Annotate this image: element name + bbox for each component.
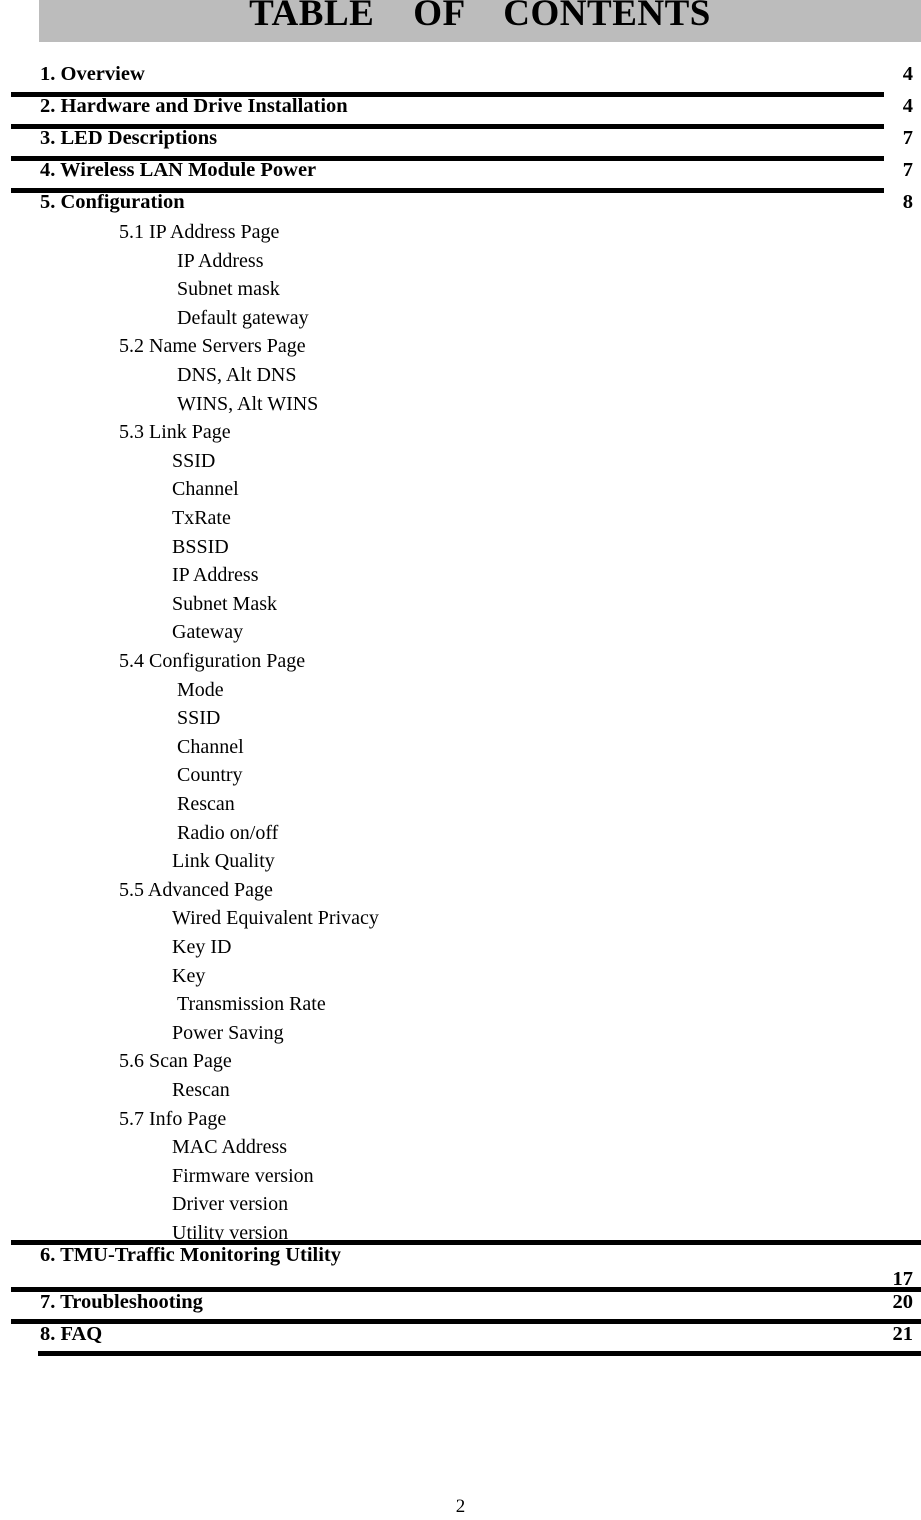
toc-subentry[interactable]: Rescan <box>172 1076 230 1105</box>
toc-subentry[interactable]: Wired Equivalent Privacy <box>172 904 379 933</box>
toc-subentry[interactable]: Gateway <box>172 618 243 647</box>
toc-entry-label: 5. Configuration <box>40 191 185 213</box>
footer-page-number: 2 <box>455 1496 466 1517</box>
toc-subentry[interactable]: Key <box>172 962 205 991</box>
toc-subentry[interactable]: Key ID <box>172 933 231 962</box>
toc-subentry[interactable]: Transmission Rate <box>177 990 326 1019</box>
toc-rule <box>38 1351 921 1356</box>
toc-subentry[interactable]: Rescan <box>177 790 235 819</box>
toc-entry-label: 4. Wireless LAN Module Power <box>40 159 317 181</box>
toc-subentry[interactable]: Power Saving <box>172 1019 284 1048</box>
toc-subentry[interactable]: SSID <box>172 447 215 476</box>
toc-subentry[interactable]: IP Address <box>177 247 263 276</box>
toc-entry-label: 1. Overview <box>40 63 145 85</box>
toc-entry-8[interactable]: 8. FAQ 21 <box>0 1322 921 1347</box>
toc-entry-4[interactable]: 4. Wireless LAN Module Power 7 <box>0 158 921 183</box>
toc-subentry[interactable]: Default gateway <box>177 304 309 333</box>
toc-subentry[interactable]: Subnet mask <box>177 275 280 304</box>
toc-subentry[interactable]: Mode <box>177 676 224 705</box>
toc-subentry[interactable]: 5.2 Name Servers Page <box>119 332 306 361</box>
toc-entry-5[interactable]: 5. Configuration 8 <box>0 190 921 215</box>
toc-entry-page: 8 <box>902 191 913 213</box>
toc-subentry[interactable]: WINS, Alt WINS <box>177 390 318 419</box>
toc-subentry[interactable]: Firmware version <box>172 1162 314 1191</box>
toc-entry-label: 6. TMU-Traffic Monitoring Utility <box>40 1244 341 1266</box>
toc-subentry[interactable]: DNS, Alt DNS <box>177 361 296 390</box>
toc-entry-label: 3. LED Descriptions <box>40 127 218 149</box>
toc-entry-label: 8. FAQ <box>40 1323 103 1345</box>
toc-subentry[interactable]: Subnet Mask <box>172 590 277 619</box>
toc-subentry[interactable]: Channel <box>177 733 244 762</box>
toc-subentry[interactable]: MAC Address <box>172 1133 287 1162</box>
toc-entry-1[interactable]: 1. Overview 4 <box>0 62 921 87</box>
toc-entry-label: 2. Hardware and Drive Installation <box>40 95 348 117</box>
page-title: TABLE OF CONTENTS <box>249 0 711 34</box>
toc-subentry[interactable]: 5.7 Info Page <box>119 1105 226 1134</box>
toc-entry-page: 7 <box>902 159 913 181</box>
toc-subentry[interactable]: 5.1 IP Address Page <box>119 218 279 247</box>
toc-subentry[interactable]: 5.5 Advanced Page <box>119 876 273 905</box>
toc-entry-label: 7. Troubleshooting <box>40 1291 203 1313</box>
toc-subentry[interactable]: Country <box>177 761 243 790</box>
toc-subentry[interactable]: 5.4 Configuration Page <box>119 647 305 676</box>
toc-subentry[interactable]: 5.3 Link Page <box>119 418 231 447</box>
toc-subentry[interactable]: SSID <box>177 704 220 733</box>
toc-entry-2[interactable]: 2. Hardware and Drive Installation 4 <box>0 94 921 119</box>
toc-entry-7[interactable]: 7. Troubleshooting 20 <box>0 1290 921 1315</box>
toc-subentry[interactable]: Link Quality <box>172 847 275 876</box>
toc-subentry[interactable]: Channel <box>172 475 239 504</box>
toc-subentry[interactable]: BSSID <box>172 533 229 562</box>
toc-entry-page: 21 <box>892 1323 914 1345</box>
toc-entry-page: 7 <box>902 127 913 149</box>
toc-subentry[interactable]: Radio on/off <box>177 819 278 848</box>
toc-subentry[interactable]: TxRate <box>172 504 231 533</box>
toc-entry-6[interactable]: 6. TMU-Traffic Monitoring Utility 17 <box>0 1243 921 1290</box>
toc-entry-page: 20 <box>892 1291 914 1313</box>
toc-entry-page: 4 <box>902 63 913 85</box>
toc-subentry[interactable]: 5.6 Scan Page <box>119 1047 232 1076</box>
toc-entry-3[interactable]: 3. LED Descriptions 7 <box>0 126 921 151</box>
page-header-band: TABLE OF CONTENTS <box>39 0 921 42</box>
toc-subentry[interactable]: IP Address <box>172 561 258 590</box>
toc-entry-page: 4 <box>902 95 913 117</box>
toc-subentry[interactable]: Driver version <box>172 1190 288 1219</box>
